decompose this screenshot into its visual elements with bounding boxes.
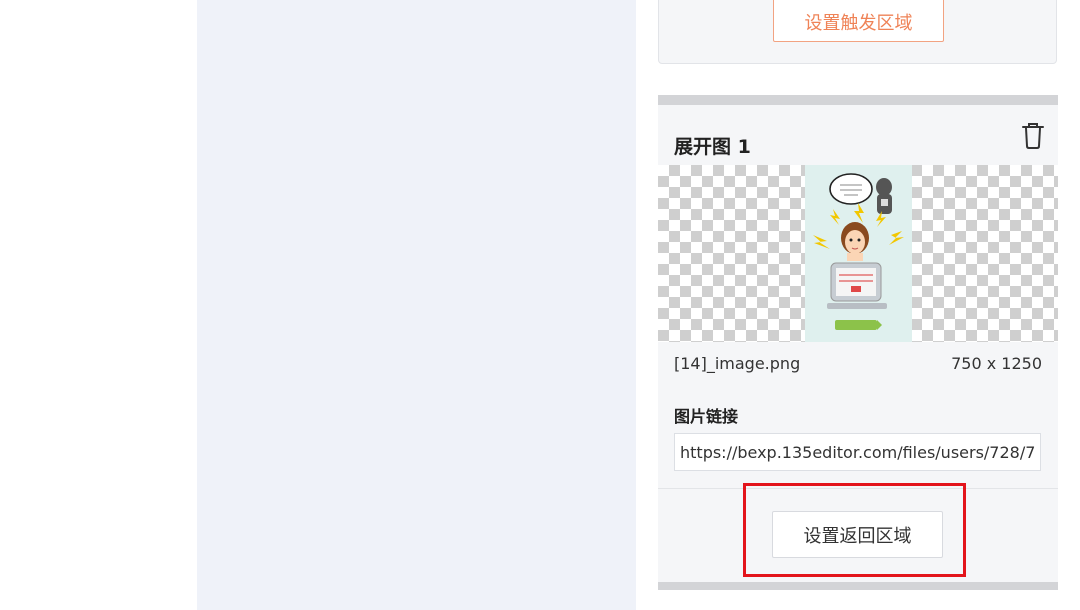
divider <box>658 488 1058 489</box>
trigger-card: 设置触发区域 <box>658 0 1057 64</box>
editor-canvas <box>197 0 636 610</box>
image-meta: [14]_image.png 750 x 1250 <box>674 354 1042 373</box>
image-dimensions: 750 x 1250 <box>951 354 1042 373</box>
panel-title: 展开图 1 <box>674 136 751 158</box>
expanded-image-panel: 展开图 1 [14]_image.png 750 x 1250 图片链接 htt… <box>658 95 1058 590</box>
trash-icon[interactable] <box>1020 122 1046 150</box>
image-preview <box>658 165 1058 342</box>
set-return-area-button[interactable]: 设置返回区域 <box>772 511 943 558</box>
image-link-input[interactable] <box>674 433 1041 471</box>
image-filename: [14]_image.png <box>674 354 801 373</box>
thumbnail-image <box>805 165 912 342</box>
set-trigger-area-button[interactable]: 设置触发区域 <box>773 0 944 42</box>
image-link-label: 图片链接 <box>674 407 739 426</box>
